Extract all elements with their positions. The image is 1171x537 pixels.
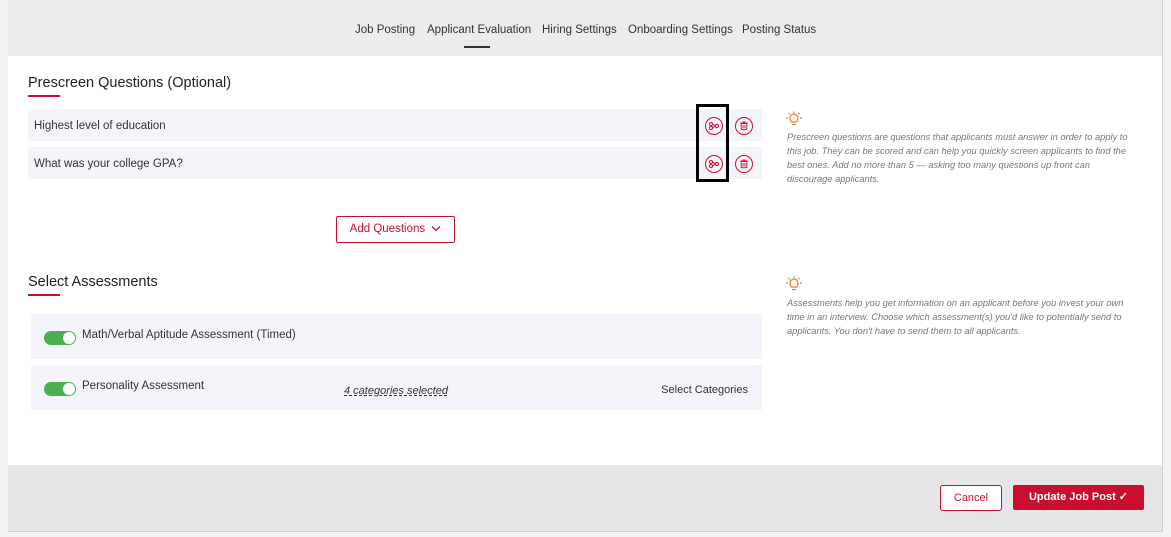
toggle-knob xyxy=(63,332,75,344)
prescreen-tip-text: Prescreen questions are questions that a… xyxy=(787,132,1128,184)
tab-bar: Job Posting Applicant Evaluation Hiring … xyxy=(8,0,1162,56)
tab-applicant-evaluation[interactable]: Applicant Evaluation xyxy=(427,24,531,48)
question-row: What was your college GPA? xyxy=(28,147,762,179)
trash-icon[interactable] xyxy=(735,155,753,173)
section-underline xyxy=(28,95,60,97)
cancel-button[interactable]: Cancel xyxy=(940,485,1002,511)
question-text: What was your college GPA? xyxy=(34,158,183,170)
lightbulb-icon xyxy=(786,276,802,291)
assessment-label: Personality Assessment xyxy=(82,380,205,392)
assessments-tip-text: Assessments help you get information on … xyxy=(787,298,1124,336)
highlight-box xyxy=(696,104,729,182)
trash-icon[interactable] xyxy=(735,117,753,135)
main-content: Prescreen Questions (Optional) Highest l… xyxy=(8,56,1162,465)
assessment-label: Math/Verbal Aptitude Assessment (Timed) xyxy=(82,329,296,341)
tab-hiring-settings[interactable]: Hiring Settings xyxy=(542,24,617,36)
add-questions-label: Add Questions xyxy=(349,223,426,235)
update-job-post-button[interactable]: Update Job Post ✓ xyxy=(1013,485,1144,510)
chevron-down-icon xyxy=(431,226,441,232)
tab-posting-status[interactable]: Posting Status xyxy=(742,24,816,36)
tab-job-posting[interactable]: Job Posting xyxy=(355,24,415,36)
add-questions-button[interactable]: Add Questions xyxy=(336,216,455,243)
page-frame: Job Posting Applicant Evaluation Hiring … xyxy=(8,0,1163,532)
select-categories-button[interactable]: Select Categories xyxy=(661,384,748,396)
lightbulb-icon xyxy=(786,111,802,126)
categories-selected-link[interactable]: 4 categories selected xyxy=(344,385,448,397)
personality-assessment-toggle[interactable] xyxy=(44,382,76,396)
toggle-knob xyxy=(63,383,75,395)
section-underline xyxy=(28,294,60,296)
assessment-row: Math/Verbal Aptitude Assessment (Timed) xyxy=(31,314,762,359)
assessments-title: Select Assessments xyxy=(28,274,158,290)
tab-onboarding-settings[interactable]: Onboarding Settings xyxy=(628,24,733,36)
question-row: Highest level of education xyxy=(28,109,762,141)
prescreen-title: Prescreen Questions (Optional) xyxy=(28,75,232,91)
assessment-row: Personality Assessment 4 categories sele… xyxy=(31,365,762,410)
footer-bar: Cancel Update Job Post ✓ xyxy=(8,465,1162,531)
question-text: Highest level of education xyxy=(34,120,166,132)
math-assessment-toggle[interactable] xyxy=(44,331,76,345)
